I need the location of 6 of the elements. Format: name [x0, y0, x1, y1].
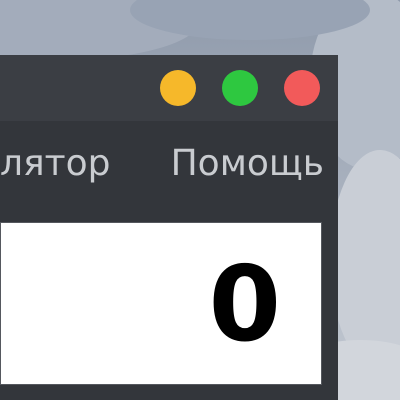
window-control-button[interactable]	[222, 70, 258, 106]
display-value: 0	[208, 252, 281, 356]
window-control-button[interactable]	[284, 70, 320, 106]
menu-item[interactable]: лятор	[0, 142, 111, 184]
menu-item[interactable]: Помощь	[170, 142, 324, 184]
window-control-button[interactable]	[160, 70, 196, 106]
